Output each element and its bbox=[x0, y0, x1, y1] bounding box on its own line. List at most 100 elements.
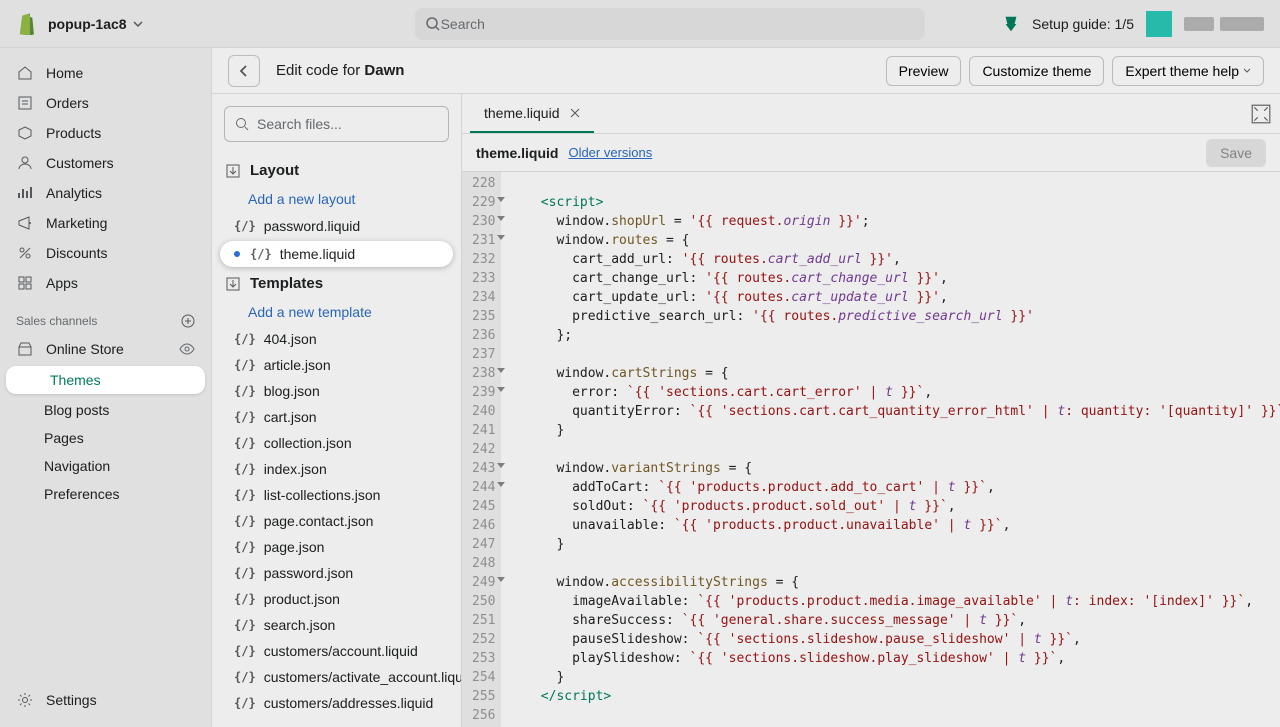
preview-button[interactable]: Preview bbox=[886, 56, 962, 86]
editor-tab[interactable]: theme.liquid bbox=[470, 94, 594, 133]
pin-icon[interactable] bbox=[1002, 15, 1020, 33]
global-search[interactable]: Search bbox=[415, 8, 925, 40]
file-page-contact-json[interactable]: {/}page.contact.json bbox=[220, 508, 453, 534]
file-collection-json[interactable]: {/}collection.json bbox=[220, 430, 453, 456]
apps-icon bbox=[16, 274, 34, 292]
file-cart-json[interactable]: {/}cart.json bbox=[220, 404, 453, 430]
back-button[interactable] bbox=[228, 55, 260, 87]
discounts-icon bbox=[16, 244, 34, 262]
file-customers-addresses-liquid[interactable]: {/}customers/addresses.liquid bbox=[220, 690, 453, 716]
home-icon bbox=[16, 64, 34, 82]
file-icon: {/} bbox=[234, 644, 256, 658]
line-gutter: 2282292302312322332342352362372382392402… bbox=[462, 172, 501, 727]
nav-orders[interactable]: Orders bbox=[0, 88, 211, 118]
subnav-blog-posts[interactable]: Blog posts bbox=[0, 396, 211, 424]
file-page-json[interactable]: {/}page.json bbox=[220, 534, 453, 560]
file-customers-account-liquid[interactable]: {/}customers/account.liquid bbox=[220, 638, 453, 664]
nav-online-store[interactable]: Online Store bbox=[0, 334, 211, 364]
file-icon: {/} bbox=[234, 384, 256, 398]
nav-settings[interactable]: Settings bbox=[0, 685, 211, 715]
view-store-icon[interactable] bbox=[179, 341, 195, 357]
file-icon: {/} bbox=[234, 670, 256, 684]
chevron-down-icon bbox=[1243, 67, 1251, 75]
older-versions-link[interactable]: Older versions bbox=[568, 145, 652, 160]
file-password-json[interactable]: {/}password.json bbox=[220, 560, 453, 586]
file-list-collections-json[interactable]: {/}list-collections.json bbox=[220, 482, 453, 508]
add-template-link[interactable]: Add a new template bbox=[220, 298, 453, 326]
file-icon: {/} bbox=[234, 436, 256, 450]
file-icon: {/} bbox=[234, 618, 256, 632]
collapse-icon bbox=[226, 164, 240, 178]
search-icon bbox=[235, 117, 249, 131]
analytics-icon bbox=[16, 184, 34, 202]
file-icon: {/} bbox=[234, 410, 256, 424]
nav-analytics[interactable]: Analytics bbox=[0, 178, 211, 208]
file-icon: {/} bbox=[234, 219, 256, 233]
tree-section-templates[interactable]: Templates bbox=[220, 269, 453, 298]
file-icon: {/} bbox=[234, 566, 256, 580]
close-icon[interactable] bbox=[570, 108, 580, 118]
add-layout-link[interactable]: Add a new layout bbox=[220, 185, 453, 213]
file-icon: {/} bbox=[234, 462, 256, 476]
file-icon: {/} bbox=[234, 514, 256, 528]
nav-products[interactable]: Products bbox=[0, 118, 211, 148]
add-channel-icon[interactable] bbox=[181, 314, 195, 328]
marketing-icon bbox=[16, 214, 34, 232]
arrow-left-icon bbox=[236, 63, 252, 79]
subnav-navigation[interactable]: Navigation bbox=[0, 452, 211, 480]
user-menu[interactable] bbox=[1184, 17, 1264, 31]
file-icon: {/} bbox=[234, 332, 256, 346]
page-header: Edit code for Dawn Preview Customize the… bbox=[212, 48, 1280, 94]
file-search-json[interactable]: {/}search.json bbox=[220, 612, 453, 638]
file-icon: {/} bbox=[234, 696, 256, 710]
subnav-pages[interactable]: Pages bbox=[0, 424, 211, 452]
sales-channels-label: Sales channels bbox=[0, 298, 211, 334]
file-info-bar: theme.liquid Older versions Save bbox=[462, 134, 1280, 172]
store-icon bbox=[16, 340, 34, 358]
expert-help-button[interactable]: Expert theme help bbox=[1112, 56, 1264, 86]
file-index-json[interactable]: {/}index.json bbox=[220, 456, 453, 482]
avatar[interactable] bbox=[1146, 11, 1172, 37]
file-icon: {/} bbox=[234, 592, 256, 606]
nav-customers[interactable]: Customers bbox=[0, 148, 211, 178]
chevron-down-icon bbox=[133, 19, 143, 29]
store-switcher[interactable]: popup-1ac8 bbox=[48, 16, 143, 32]
setup-guide[interactable]: Setup guide: 1/5 bbox=[1032, 16, 1134, 32]
tab-bar: theme.liquid bbox=[462, 94, 1280, 134]
file-search-input[interactable]: Search files... bbox=[224, 106, 449, 142]
customize-theme-button[interactable]: Customize theme bbox=[969, 56, 1104, 86]
orders-icon bbox=[16, 94, 34, 112]
file-icon: {/} bbox=[250, 247, 272, 261]
file-blog-json[interactable]: {/}blog.json bbox=[220, 378, 453, 404]
file-password-liquid[interactable]: {/}password.liquid bbox=[220, 213, 453, 239]
file-theme-liquid[interactable]: {/}theme.liquid bbox=[220, 241, 453, 267]
save-button[interactable]: Save bbox=[1206, 139, 1266, 167]
file-icon: {/} bbox=[234, 540, 256, 554]
file-customers-activate_account-liquid[interactable]: {/}customers/activate_account.liquid bbox=[220, 664, 453, 690]
breadcrumb: Edit code for Dawn bbox=[276, 62, 404, 79]
code-content[interactable]: <script> window.shopUrl = '{{ request.or… bbox=[501, 172, 1280, 727]
file-article-json[interactable]: {/}article.json bbox=[220, 352, 453, 378]
expand-icon[interactable] bbox=[1250, 103, 1272, 125]
code-viewport[interactable]: 2282292302312322332342352362372382392402… bbox=[462, 172, 1280, 727]
customers-icon bbox=[16, 154, 34, 172]
subnav-preferences[interactable]: Preferences bbox=[0, 480, 211, 508]
nav-marketing[interactable]: Marketing bbox=[0, 208, 211, 238]
file-icon: {/} bbox=[234, 358, 256, 372]
nav-apps[interactable]: Apps bbox=[0, 268, 211, 298]
file-404-json[interactable]: {/}404.json bbox=[220, 326, 453, 352]
store-name: popup-1ac8 bbox=[48, 16, 127, 32]
file-tree-panel: Search files... Layout Add a new layout … bbox=[212, 94, 462, 727]
topbar: popup-1ac8 Search Setup guide: 1/5 bbox=[0, 0, 1280, 48]
tree-section-layout[interactable]: Layout bbox=[220, 156, 453, 185]
shopify-logo-icon bbox=[16, 13, 36, 35]
subnav-themes[interactable]: Themes bbox=[6, 366, 205, 394]
left-nav: HomeOrdersProductsCustomersAnalyticsMark… bbox=[0, 48, 212, 727]
nav-home[interactable]: Home bbox=[0, 58, 211, 88]
products-icon bbox=[16, 124, 34, 142]
gear-icon bbox=[16, 691, 34, 709]
search-icon bbox=[425, 16, 441, 32]
nav-discounts[interactable]: Discounts bbox=[0, 238, 211, 268]
file-product-json[interactable]: {/}product.json bbox=[220, 586, 453, 612]
file-name: theme.liquid bbox=[476, 145, 558, 161]
